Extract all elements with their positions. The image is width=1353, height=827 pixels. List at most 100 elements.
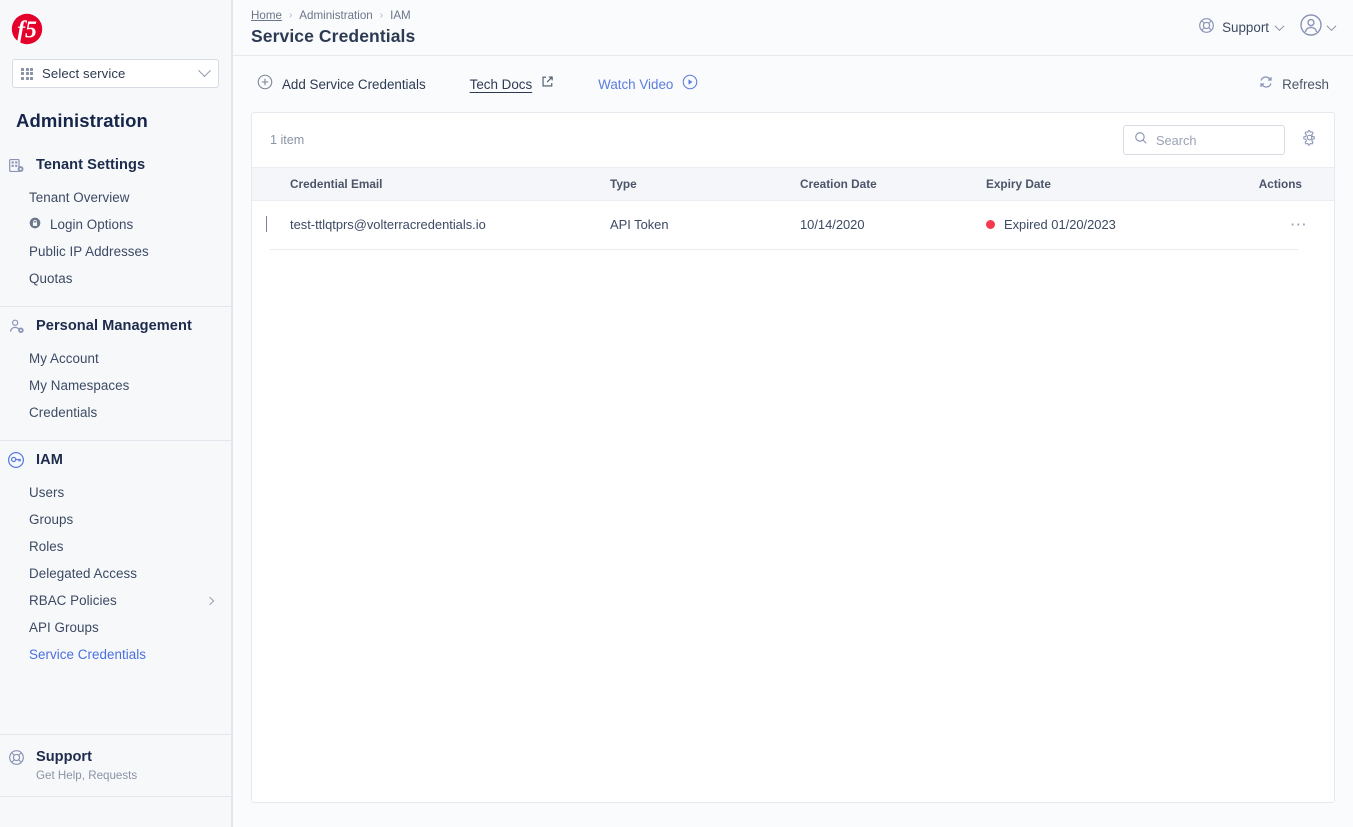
- sidebar-item-service-credentials[interactable]: Service Credentials: [0, 641, 231, 668]
- support-menu-button[interactable]: Support: [1198, 17, 1283, 39]
- row-divider: [270, 249, 1298, 250]
- sidebar-item-label: Users: [29, 485, 64, 500]
- sidebar-item-login-options[interactable]: Login Options: [0, 211, 231, 238]
- table-header-controls: [1123, 125, 1318, 155]
- sidebar-item-label: API Groups: [29, 620, 99, 635]
- user-settings-icon: [6, 316, 26, 336]
- select-service-dropdown[interactable]: Select service: [12, 59, 219, 88]
- column-expiry-date[interactable]: Expiry Date: [986, 168, 1230, 201]
- grid-apps-icon: [21, 68, 33, 80]
- item-count: 1 item: [270, 133, 304, 147]
- sidebar-group-iam[interactable]: IAM: [0, 441, 231, 479]
- svg-text:f5: f5: [17, 17, 37, 43]
- sidebar-item-my-account[interactable]: My Account: [0, 345, 231, 372]
- sidebar-item-delegated-access[interactable]: Delegated Access: [0, 560, 231, 587]
- gear-icon[interactable]: [1301, 129, 1318, 151]
- sidebar-item-label: Groups: [29, 512, 73, 527]
- sidebar-item-label: Service Credentials: [29, 647, 146, 662]
- cell-creation-date: 10/14/2020: [800, 201, 986, 249]
- table-body: test-ttlqtprs@volterracredentials.io API…: [252, 201, 1334, 249]
- support-row: Support: [6, 747, 225, 767]
- sidebar-item-tenant-overview[interactable]: Tenant Overview: [0, 184, 231, 211]
- sidebar-group-tenant-settings[interactable]: Tenant Settings: [0, 146, 231, 184]
- f5-logo-icon[interactable]: f5: [8, 10, 46, 48]
- page-title: Service Credentials: [251, 26, 415, 47]
- select-service-label: Select service: [42, 66, 191, 81]
- user-menu-button[interactable]: [1299, 13, 1335, 42]
- breadcrumb-separator: ›: [380, 10, 383, 21]
- building-settings-icon: [6, 155, 26, 175]
- sidebar-footer: [0, 797, 231, 827]
- column-creation-date[interactable]: Creation Date: [800, 168, 986, 201]
- sidebar-item-groups[interactable]: Groups: [0, 506, 231, 533]
- lifebuoy-icon: [1198, 17, 1215, 39]
- app-root: f5 Select service Administration: [0, 0, 1353, 827]
- sidebar-item-credentials[interactable]: Credentials: [0, 399, 231, 426]
- chevron-right-icon[interactable]: [266, 216, 267, 232]
- sidebar-item-label: Public IP Addresses: [29, 244, 149, 259]
- plus-circle-icon: [257, 74, 273, 95]
- sidebar-item-public-ip-addresses[interactable]: Public IP Addresses: [0, 238, 231, 265]
- breadcrumb-title-wrap: Home › Administration › IAM Service Cred…: [243, 9, 415, 47]
- sidebar-support-block[interactable]: Support Get Help, Requests: [0, 734, 231, 797]
- status-dot-expired: [986, 220, 995, 229]
- lock-icon: [29, 217, 41, 232]
- main-content: Home › Administration › IAM Service Cred…: [232, 0, 1353, 827]
- watch-video-label: Watch Video: [598, 77, 673, 92]
- admin-title-wrap: Administration: [0, 90, 231, 132]
- sidebar-group-personal-management[interactable]: Personal Management: [0, 307, 231, 345]
- cell-expiry-date: Expired 01/20/2023: [986, 201, 1230, 249]
- column-credential-email[interactable]: Credential Email: [290, 168, 610, 201]
- add-service-credentials-button[interactable]: Add Service Credentials: [257, 74, 426, 95]
- search-icon: [1134, 131, 1148, 150]
- top-bar: Home › Administration › IAM Service Cred…: [233, 0, 1353, 56]
- sidebar-item-label: Credentials: [29, 405, 97, 420]
- breadcrumb-item-home[interactable]: Home: [251, 9, 282, 22]
- chevron-down-icon: [198, 64, 211, 77]
- service-credentials-table: Credential Email Type Creation Date Expi…: [252, 167, 1334, 249]
- breadcrumb-separator: ›: [289, 10, 292, 21]
- table-row[interactable]: test-ttlqtprs@volterracredentials.io API…: [252, 201, 1334, 249]
- column-actions: Actions: [1230, 168, 1334, 201]
- sidebar-section-title: Administration: [12, 90, 219, 132]
- sidebar-group-label: Personal Management: [36, 318, 192, 334]
- sidebar-item-label: Delegated Access: [29, 566, 137, 581]
- search-box[interactable]: [1123, 125, 1285, 155]
- support-title: Support: [36, 749, 92, 765]
- user-avatar-icon: [1299, 13, 1323, 42]
- chevron-down-icon: [1327, 21, 1337, 31]
- status-badge: Expired 01/20/2023: [986, 217, 1230, 232]
- watch-video-link[interactable]: Watch Video: [598, 74, 698, 95]
- search-input[interactable]: [1156, 133, 1274, 148]
- chevron-down-icon: [1275, 21, 1285, 31]
- sidebar-item-roles[interactable]: Roles: [0, 533, 231, 560]
- cell-type: API Token: [610, 201, 800, 249]
- sidebar-item-api-groups[interactable]: API Groups: [0, 614, 231, 641]
- table-card-header: 1 item: [252, 113, 1334, 167]
- cell-actions: ⋯: [1230, 201, 1334, 249]
- tech-docs-link[interactable]: Tech Docs: [470, 75, 555, 93]
- ellipsis-icon[interactable]: ⋯: [1290, 215, 1308, 234]
- column-type[interactable]: Type: [610, 168, 800, 201]
- table-card: 1 item: [251, 112, 1335, 803]
- nav-group-tenant-settings: Tenant Settings Tenant Overview Login Op…: [0, 140, 231, 307]
- breadcrumb-item-iam[interactable]: IAM: [390, 9, 411, 22]
- sidebar-item-users[interactable]: Users: [0, 479, 231, 506]
- external-link-icon: [541, 75, 554, 93]
- sidebar-item-rbac-policies[interactable]: RBAC Policies: [0, 587, 231, 614]
- nav-group-personal-management: Personal Management My Account My Namesp…: [0, 307, 231, 441]
- sidebar-item-my-namespaces[interactable]: My Namespaces: [0, 372, 231, 399]
- refresh-icon: [1258, 74, 1274, 95]
- sidebar-item-label: Roles: [29, 539, 64, 554]
- breadcrumb-item-administration[interactable]: Administration: [299, 9, 372, 22]
- nav-group-iam: IAM Users Groups Roles Delegated Access …: [0, 441, 231, 682]
- refresh-button[interactable]: Refresh: [1258, 74, 1329, 95]
- sidebar-item-label: Quotas: [29, 271, 72, 286]
- cell-credential-email: test-ttlqtprs@volterracredentials.io: [290, 201, 610, 249]
- lifebuoy-icon: [6, 747, 26, 767]
- column-expand: [252, 168, 290, 201]
- logo-area: f5: [0, 0, 231, 57]
- top-actions: Support: [1198, 13, 1335, 42]
- action-toolbar: Add Service Credentials Tech Docs Watch …: [233, 56, 1353, 112]
- sidebar-item-quotas[interactable]: Quotas: [0, 265, 231, 292]
